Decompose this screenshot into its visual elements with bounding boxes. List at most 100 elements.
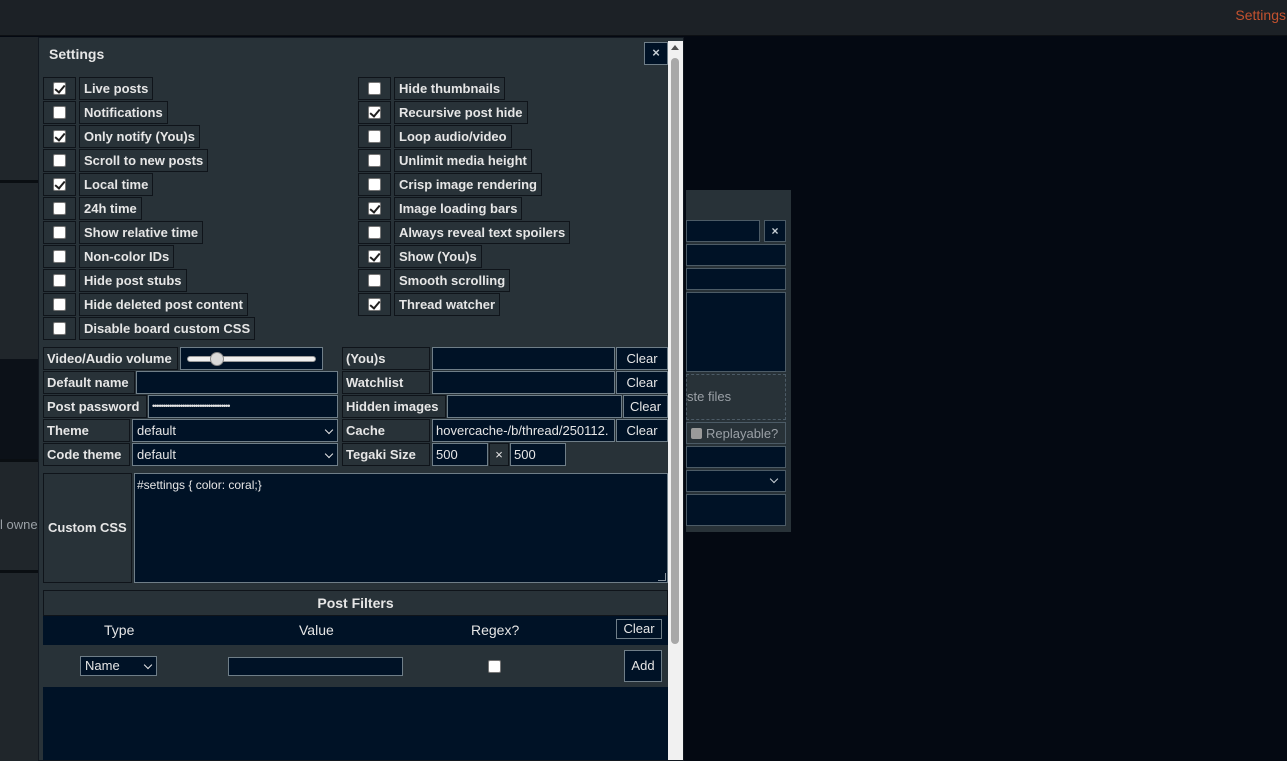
option-local-time[interactable]: Local time	[43, 173, 154, 196]
yous-clear-button[interactable]: Clear	[616, 347, 668, 370]
hidden-images-input[interactable]	[447, 395, 622, 418]
filter-value-input[interactable]	[228, 657, 403, 676]
option-smooth-scrolling[interactable]: Smooth scrolling	[358, 269, 511, 292]
checkbox[interactable]	[53, 202, 66, 215]
checkbox[interactable]	[53, 226, 66, 239]
scroll-up-arrow-icon[interactable]	[671, 45, 679, 50]
subject-field[interactable]	[686, 244, 786, 266]
checkbox[interactable]	[53, 250, 66, 263]
option-crisp-image-rendering[interactable]: Crisp image rendering	[358, 173, 542, 196]
option-label[interactable]: Hide deleted post content	[79, 293, 248, 316]
option-label[interactable]: Notifications	[79, 101, 168, 124]
checkbox[interactable]	[53, 130, 66, 143]
option-hide-post-stubs[interactable]: Hide post stubs	[43, 269, 187, 292]
checkbox[interactable]	[53, 154, 66, 167]
filters-clear-button[interactable]: Clear	[616, 619, 662, 639]
scrollbar-thumb[interactable]	[671, 58, 679, 644]
submit-area[interactable]	[686, 494, 786, 526]
option-unlimit-media-height[interactable]: Unlimit media height	[358, 149, 532, 172]
option-label[interactable]: Hide thumbnails	[394, 77, 506, 100]
option-label[interactable]: Smooth scrolling	[394, 269, 511, 292]
code-theme-select[interactable]: default	[132, 443, 338, 466]
option-non-color-ids[interactable]: Non-color IDs	[43, 245, 175, 268]
option-24h-time[interactable]: 24h time	[43, 197, 142, 220]
option-label[interactable]: Disable board custom CSS	[79, 317, 256, 340]
option-label[interactable]: Crisp image rendering	[394, 173, 542, 196]
file-drop-zone[interactable]: ste files	[686, 374, 786, 420]
replayable-checkbox[interactable]	[691, 428, 702, 439]
theme-select[interactable]: default	[132, 419, 338, 442]
option-notifications[interactable]: Notifications	[43, 101, 168, 124]
post-password-input[interactable]: ••••••••••••••••••••••••••••••••••••	[148, 395, 338, 418]
checkbox[interactable]	[53, 82, 66, 95]
option-hide-deleted-post-content[interactable]: Hide deleted post content	[43, 293, 248, 316]
option-label[interactable]: 24h time	[79, 197, 142, 220]
option-label[interactable]: Local time	[79, 173, 154, 196]
option-only-notify-you-s[interactable]: Only notify (You)s	[43, 125, 200, 148]
option-thread-watcher[interactable]: Thread watcher	[358, 293, 501, 316]
filter-type-select[interactable]: Name	[80, 656, 157, 676]
checkbox[interactable]	[53, 178, 66, 191]
checkbox[interactable]	[368, 226, 381, 239]
option-disable-board-custom-css[interactable]: Disable board custom CSS	[43, 317, 256, 340]
option-label[interactable]: Hide post stubs	[79, 269, 187, 292]
option-always-reveal-text-spoilers[interactable]: Always reveal text spoilers	[358, 221, 571, 244]
cache-input[interactable]: hovercache-/b/thread/250112.	[432, 419, 615, 442]
checkbox[interactable]	[368, 178, 381, 191]
option-show-you-s[interactable]: Show (You)s	[358, 245, 482, 268]
option-label[interactable]: Show relative time	[79, 221, 204, 244]
field[interactable]	[686, 446, 786, 468]
option-label[interactable]: Thread watcher	[394, 293, 501, 316]
options-field[interactable]	[686, 268, 786, 290]
checkbox[interactable]	[368, 130, 381, 143]
checkbox[interactable]	[368, 274, 381, 287]
option-live-posts[interactable]: Live posts	[43, 77, 154, 100]
option-recursive-post-hide[interactable]: Recursive post hide	[358, 101, 528, 124]
close-icon[interactable]: ×	[764, 220, 786, 242]
comment-textarea[interactable]	[686, 292, 786, 372]
default-name-input[interactable]	[136, 371, 338, 394]
checkbox[interactable]	[53, 322, 66, 335]
checkbox[interactable]	[368, 106, 381, 119]
filter-add-button[interactable]: Add	[624, 650, 662, 682]
tegaki-height-input[interactable]: 500	[510, 443, 566, 466]
option-label[interactable]: Show (You)s	[394, 245, 482, 268]
yous-input[interactable]	[432, 347, 615, 370]
option-label[interactable]: Recursive post hide	[394, 101, 528, 124]
checkbox[interactable]	[53, 298, 66, 311]
option-label[interactable]: Unlimit media height	[394, 149, 532, 172]
cache-clear-button[interactable]: Clear	[616, 419, 668, 442]
option-label[interactable]: Only notify (You)s	[79, 125, 200, 148]
option-label[interactable]: Non-color IDs	[79, 245, 175, 268]
checkbox[interactable]	[368, 202, 381, 215]
custom-css-textarea[interactable]: #settings { color: coral;}	[134, 473, 668, 583]
watchlist-input[interactable]	[432, 371, 615, 394]
select-field[interactable]	[686, 470, 786, 492]
volume-slider[interactable]	[180, 347, 323, 370]
checkbox[interactable]	[368, 298, 381, 311]
option-scroll-to-new-posts[interactable]: Scroll to new posts	[43, 149, 209, 172]
watchlist-clear-button[interactable]: Clear	[616, 371, 668, 394]
option-loop-audio-video[interactable]: Loop audio/video	[358, 125, 512, 148]
option-hide-thumbnails[interactable]: Hide thumbnails	[358, 77, 506, 100]
option-label[interactable]: Always reveal text spoilers	[394, 221, 571, 244]
close-button[interactable]: ×	[644, 42, 668, 65]
replayable-option[interactable]: Replayable?	[686, 422, 786, 444]
filter-regex-checkbox[interactable]	[488, 660, 501, 673]
volume-slider-knob[interactable]	[210, 352, 225, 366]
resize-grip-icon[interactable]	[658, 573, 666, 581]
checkbox[interactable]	[368, 82, 381, 95]
checkbox[interactable]	[53, 106, 66, 119]
option-show-relative-time[interactable]: Show relative time	[43, 221, 204, 244]
option-label[interactable]: Live posts	[79, 77, 154, 100]
tegaki-width-input[interactable]: 500	[432, 443, 488, 466]
option-label[interactable]: Image loading bars	[394, 197, 523, 220]
name-field[interactable]	[686, 220, 760, 242]
checkbox[interactable]	[53, 274, 66, 287]
checkbox[interactable]	[368, 154, 381, 167]
option-image-loading-bars[interactable]: Image loading bars	[358, 197, 523, 220]
hidden-images-clear-button[interactable]: Clear	[623, 395, 668, 418]
option-label[interactable]: Scroll to new posts	[79, 149, 209, 172]
settings-link[interactable]: Settings	[1235, 7, 1286, 23]
scrollbar[interactable]	[668, 41, 683, 760]
